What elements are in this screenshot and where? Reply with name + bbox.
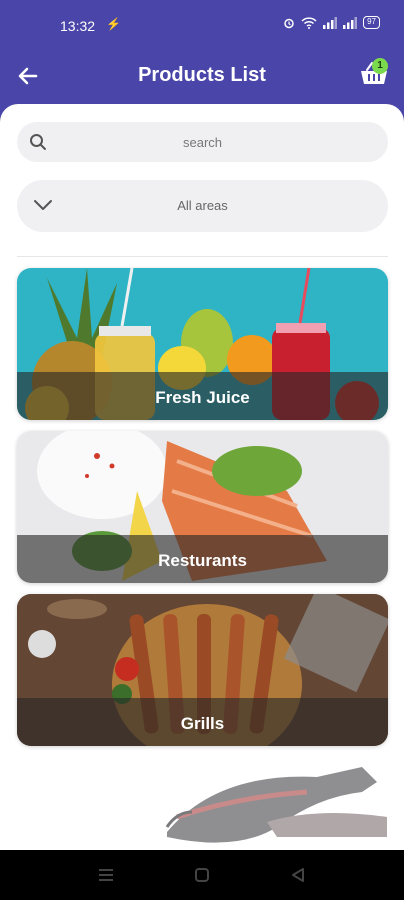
home-icon[interactable] — [194, 867, 210, 883]
cart-button[interactable]: 1 — [358, 58, 390, 90]
search-bar[interactable] — [17, 122, 388, 162]
status-icons: 97 — [283, 16, 380, 29]
card-label: Grills — [180, 714, 225, 733]
search-icon — [30, 134, 46, 150]
alarm-icon — [284, 18, 294, 28]
fish-image — [17, 757, 388, 850]
cart-badge: 1 — [372, 58, 388, 74]
page-title: Products List — [138, 64, 266, 86]
area-selected-value: All areas — [177, 198, 228, 213]
recent-apps-icon[interactable] — [97, 867, 115, 883]
signal-icon — [323, 16, 338, 29]
status-bar: 13:32 ⚡ 97 — [0, 0, 404, 52]
system-nav-bar — [0, 850, 404, 900]
area-dropdown[interactable]: All areas — [17, 180, 388, 232]
card-label: Fresh Juice — [155, 388, 250, 407]
card-label: Resturants — [158, 551, 247, 570]
category-card-fish[interactable] — [17, 757, 388, 850]
wifi-icon — [301, 16, 317, 29]
signal-icon-2 — [343, 16, 358, 29]
charging-icon: ⚡ — [106, 17, 121, 31]
app-bar: Products List 1 — [0, 52, 404, 104]
category-card-resturants[interactable]: Resturants — [17, 431, 388, 583]
category-card-fresh-juice[interactable]: Fresh Juice — [17, 268, 388, 420]
nav-back-icon[interactable] — [290, 867, 306, 883]
battery-indicator: 97 — [363, 16, 380, 29]
search-input[interactable] — [57, 132, 348, 152]
content-sheet: All areas Fresh Juice — [0, 104, 404, 850]
category-card-grills[interactable]: Grills — [17, 594, 388, 746]
divider — [17, 256, 388, 257]
status-time: 13:32 — [60, 18, 96, 34]
